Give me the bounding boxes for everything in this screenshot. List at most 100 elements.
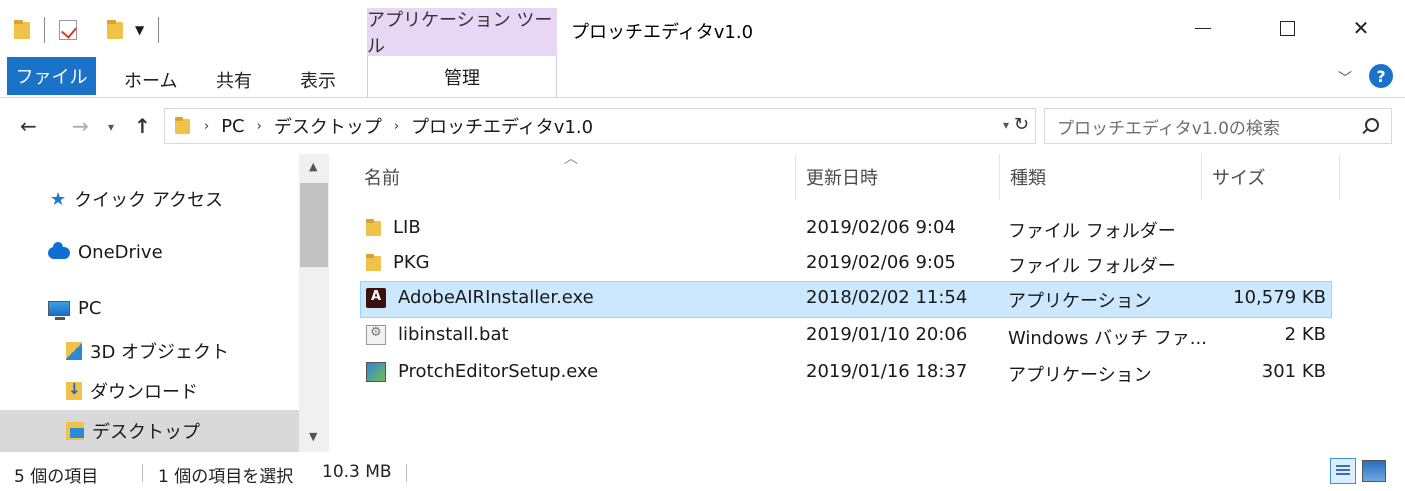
nav-item-desktop[interactable]: デスクトップ (0, 410, 299, 452)
file-name-cell: ProtchEditorSetup.exe (366, 361, 598, 382)
search-icon[interactable] (1365, 118, 1379, 132)
recent-locations-chevron-icon[interactable]: ▾ (108, 120, 114, 134)
tab-share[interactable]: 共有 (216, 67, 252, 93)
status-divider (142, 464, 143, 482)
column-header-modified[interactable]: 更新日時 (796, 154, 1000, 200)
nav-item-downloads[interactable]: ダウンロード (66, 378, 198, 404)
desktop-folder-icon (66, 422, 84, 440)
forward-arrow-icon[interactable]: → (72, 114, 89, 138)
breadcrumb-chevron-icon[interactable]: › (394, 119, 399, 134)
nav-item-label: 3D オブジェクト (90, 342, 230, 363)
3d-objects-icon (66, 342, 82, 360)
tab-file[interactable]: ファイル (7, 57, 96, 95)
table-row[interactable]: ProtchEditorSetup.exe 2019/01/16 18:37 ア… (360, 355, 1332, 392)
sort-ascending-icon: ︿ (564, 151, 578, 167)
nav-item-pc[interactable]: PC (48, 298, 102, 320)
properties-icon[interactable] (59, 20, 77, 40)
file-name-cell: PKG (366, 252, 430, 273)
column-header-label: 更新日時 (806, 168, 878, 189)
file-size: 2 KB (1284, 324, 1326, 345)
breadcrumb-current-folder[interactable]: プロッチエディタv1.0 (411, 113, 593, 139)
cloud-icon (48, 241, 70, 259)
column-header-name[interactable]: 名前 ︿ (354, 151, 796, 200)
file-name-cell: libinstall.bat (366, 324, 509, 345)
folder-icon (366, 253, 381, 272)
breadcrumb-chevron-icon[interactable]: › (257, 119, 262, 134)
table-row[interactable]: PKG 2019/02/06 9:05 ファイル フォルダー (360, 246, 1332, 283)
nav-item-3d-objects[interactable]: 3D オブジェクト (66, 338, 229, 364)
navigation-bar: ← → ▾ ↑ › PC › デスクトップ › プロッチエディタv1.0 ▾ ↻… (0, 98, 1405, 154)
batch-file-icon (366, 324, 386, 345)
tab-home[interactable]: ホーム (124, 67, 177, 93)
search-input[interactable]: プロッチエディタv1.0の検索 (1044, 108, 1392, 144)
column-header-type[interactable]: 種類 (1000, 154, 1202, 200)
nav-item-label: OneDrive (78, 242, 163, 263)
pc-icon (48, 301, 70, 320)
back-arrow-icon[interactable]: ← (20, 114, 37, 138)
setup-icon (366, 361, 386, 382)
scroll-up-arrow-icon[interactable]: ▲ (309, 160, 317, 173)
nav-item-label: ダウンロード (90, 382, 198, 403)
nav-item-label: クイック アクセス (74, 190, 223, 211)
nav-item-quick-access[interactable]: ★ クイック アクセス (50, 186, 223, 212)
scrollbar-thumb[interactable] (300, 183, 328, 267)
file-type: アプリケーション (1008, 291, 1152, 312)
column-header-size[interactable]: サイズ (1202, 154, 1340, 200)
file-modified: 2018/02/02 11:54 (806, 287, 968, 308)
address-history-chevron-icon[interactable]: ▾ (1003, 118, 1009, 132)
status-selection-size: 10.3 MB (322, 462, 392, 482)
expand-ribbon-chevron-icon[interactable]: ﹀ (1338, 68, 1352, 88)
new-folder-icon[interactable] (107, 20, 123, 40)
status-selection: 1 個の項目を選択 (158, 467, 294, 487)
folder-icon (366, 218, 381, 237)
context-tab-group-label: アプリケーション ツール (367, 8, 557, 57)
breadcrumb-pc[interactable]: PC (221, 116, 244, 137)
tab-manage[interactable]: 管理 (367, 56, 557, 98)
file-name: PKG (393, 252, 430, 273)
address-bar[interactable]: › PC › デスクトップ › プロッチエディタv1.0 ▾ ↻ (164, 108, 1036, 144)
up-arrow-icon[interactable]: ↑ (134, 114, 151, 138)
table-row[interactable]: libinstall.bat 2019/01/10 20:06 Windows … (360, 318, 1332, 355)
nav-item-onedrive[interactable]: OneDrive (48, 241, 163, 263)
breadcrumb-desktop[interactable]: デスクトップ (274, 113, 382, 139)
qat-divider (158, 17, 160, 43)
quick-access-toolbar: ▼ (14, 16, 173, 44)
table-row-selected[interactable]: AdobeAIRInstaller.exe 2018/02/02 11:54 ア… (360, 281, 1332, 318)
scroll-down-arrow-icon[interactable]: ▼ (309, 430, 317, 443)
minimize-button[interactable] (1180, 8, 1226, 48)
nav-pane-scrollbar[interactable]: ▲ ▼ (299, 154, 329, 452)
tab-view[interactable]: 表示 (300, 67, 336, 93)
help-icon[interactable]: ? (1369, 64, 1393, 88)
qat-divider (44, 17, 45, 43)
refresh-icon[interactable]: ↻ (1014, 114, 1029, 135)
status-bar: 5 個の項目 1 個の項目を選択 10.3 MB (0, 452, 1405, 491)
ribbon-tabs: ファイル ホーム 共有 表示 管理 ﹀ ? (0, 56, 1405, 98)
window-title: プロッチエディタv1.0 (571, 22, 754, 43)
folder-icon (175, 117, 190, 135)
details-view-icon[interactable] (1330, 458, 1356, 484)
minimize-icon (1195, 27, 1211, 29)
file-modified: 2019/02/06 9:05 (806, 252, 956, 273)
file-name: libinstall.bat (398, 324, 509, 345)
qat-customize-icon[interactable]: ▼ (135, 23, 144, 37)
file-modified: 2019/02/06 9:04 (806, 217, 956, 238)
navigation-pane: ★ クイック アクセス OneDrive PC 3D オブジェクト ダウンロード… (0, 154, 330, 452)
nav-item-label: デスクトップ (92, 422, 200, 443)
adobe-air-icon (366, 287, 386, 308)
file-name: LIB (393, 217, 421, 238)
file-name-cell: LIB (366, 217, 421, 238)
column-header-label: 種類 (1010, 168, 1046, 189)
column-header-label: サイズ (1212, 168, 1266, 189)
nav-item-label: PC (78, 298, 102, 319)
title-bar: ▼ アプリケーション ツール プロッチエディタv1.0 ✕ (0, 0, 1405, 57)
file-size: 301 KB (1261, 361, 1326, 382)
breadcrumb-chevron-icon[interactable]: › (204, 119, 209, 134)
large-icons-view-icon[interactable] (1362, 460, 1386, 482)
folder-icon (14, 20, 30, 40)
table-row[interactable]: LIB 2019/02/06 9:04 ファイル フォルダー (360, 211, 1332, 248)
close-button[interactable]: ✕ (1338, 8, 1384, 48)
file-name: ProtchEditorSetup.exe (398, 361, 599, 382)
file-list: 名前 ︿ 更新日時 種類 サイズ LIB 2019/02/06 9:04 ファイ… (330, 151, 1405, 452)
maximize-button[interactable] (1264, 8, 1310, 48)
status-divider (406, 464, 407, 482)
